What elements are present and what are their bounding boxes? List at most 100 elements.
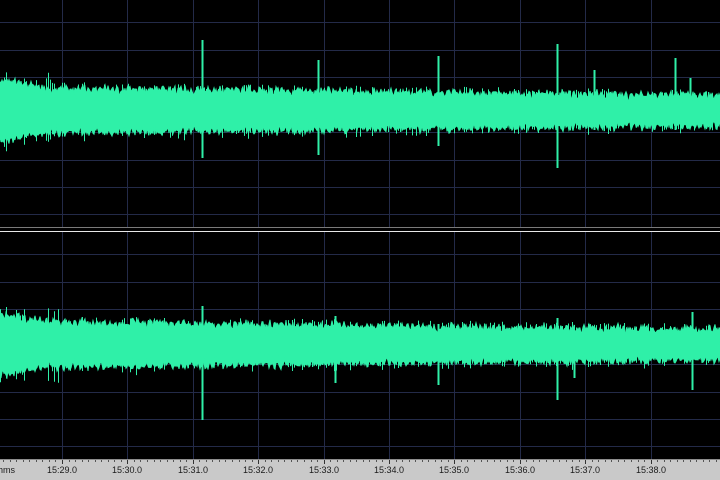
- ruler-major-tick: [62, 460, 63, 464]
- ruler-minor-tick: [566, 460, 567, 462]
- ruler-minor-tick: [618, 460, 619, 462]
- ruler-minor-tick: [592, 460, 593, 462]
- ruler-minor-tick: [252, 460, 253, 462]
- ruler-major-tick: [585, 460, 586, 464]
- ruler-minor-tick: [507, 460, 508, 462]
- ruler-minor-tick: [369, 460, 370, 462]
- ruler-minor-tick: [199, 460, 200, 462]
- ruler-minor-tick: [487, 460, 488, 462]
- ruler-minor-tick: [363, 460, 364, 462]
- right-channel-plot: [0, 232, 720, 459]
- ruler-minor-tick: [10, 460, 11, 462]
- ruler-time-label: 15:34.0: [373, 465, 405, 475]
- ruler-minor-tick: [88, 460, 89, 462]
- ruler-minor-tick: [546, 460, 547, 462]
- ruler-time-label: 15:35.0: [438, 465, 470, 475]
- ruler-minor-tick: [539, 460, 540, 462]
- ruler-time-label: 15:36.0: [504, 465, 536, 475]
- ruler-minor-tick: [422, 460, 423, 462]
- ruler-minor-tick: [140, 460, 141, 462]
- ruler-minor-tick: [448, 460, 449, 462]
- ruler-minor-tick: [481, 460, 482, 462]
- ruler-minor-tick: [513, 460, 514, 462]
- ruler-minor-tick: [173, 460, 174, 462]
- ruler-minor-tick: [572, 460, 573, 462]
- ruler-minor-tick: [356, 460, 357, 462]
- ruler-minor-tick: [167, 460, 168, 462]
- ruler-major-tick: [651, 460, 652, 464]
- ruler-major-tick: [520, 460, 521, 464]
- ruler-minor-tick: [409, 460, 410, 462]
- ruler-minor-tick: [664, 460, 665, 462]
- ruler-minor-tick: [553, 460, 554, 462]
- left-channel-waveform[interactable]: [0, 0, 720, 227]
- ruler-minor-tick: [284, 460, 285, 462]
- left-channel-plot: [0, 0, 720, 227]
- ruler-minor-tick: [330, 460, 331, 462]
- ruler-major-tick: [127, 460, 128, 464]
- right-channel-waveform[interactable]: [0, 232, 720, 459]
- ruler-minor-tick: [461, 460, 462, 462]
- ruler-minor-tick: [311, 460, 312, 462]
- ruler-minor-tick: [23, 460, 24, 462]
- ruler-minor-tick: [683, 460, 684, 462]
- ruler-minor-tick: [239, 460, 240, 462]
- ruler-minor-tick: [278, 460, 279, 462]
- ruler-minor-tick: [435, 460, 436, 462]
- ruler-major-tick: [389, 460, 390, 464]
- ruler-minor-tick: [114, 460, 115, 462]
- ruler-time-label: 15:31.0: [177, 465, 209, 475]
- ruler-minor-tick: [343, 460, 344, 462]
- ruler-minor-tick: [644, 460, 645, 462]
- ruler-minor-tick: [212, 460, 213, 462]
- ruler-minor-tick: [29, 460, 30, 462]
- ruler-minor-tick: [396, 460, 397, 462]
- ruler-minor-tick: [657, 460, 658, 462]
- ruler-minor-tick: [49, 460, 50, 462]
- ruler-minor-tick: [703, 460, 704, 462]
- ruler-minor-tick: [82, 460, 83, 462]
- ruler-minor-tick: [297, 460, 298, 462]
- ruler-minor-tick: [108, 460, 109, 462]
- time-ruler[interactable]: hms 15:29.0 15:30.0 15:31.0 15:32.0 15:33.0 1…: [0, 459, 720, 480]
- ruler-minor-tick: [75, 460, 76, 462]
- ruler-minor-tick: [3, 460, 4, 462]
- ruler-minor-tick: [304, 460, 305, 462]
- ruler-minor-tick: [467, 460, 468, 462]
- ruler-minor-tick: [317, 460, 318, 462]
- ruler-minor-tick: [16, 460, 17, 462]
- ruler-minor-tick: [134, 460, 135, 462]
- ruler-minor-tick: [206, 460, 207, 462]
- ruler-time-label: 15:29.0: [46, 465, 78, 475]
- ruler-minor-tick: [533, 460, 534, 462]
- ruler-minor-tick: [55, 460, 56, 462]
- ruler-minor-tick: [186, 460, 187, 462]
- ruler-time-label: 15:33.0: [308, 465, 340, 475]
- ruler-minor-tick: [291, 460, 292, 462]
- ruler-minor-tick: [500, 460, 501, 462]
- ruler-minor-tick: [638, 460, 639, 462]
- ruler-minor-tick: [605, 460, 606, 462]
- ruler-minor-tick: [147, 460, 148, 462]
- time-unit-label: hms: [0, 465, 16, 475]
- ruler-major-tick: [193, 460, 194, 464]
- ruler-minor-tick: [624, 460, 625, 462]
- ruler-minor-tick: [474, 460, 475, 462]
- ruler-minor-tick: [415, 460, 416, 462]
- ruler-minor-tick: [337, 460, 338, 462]
- ruler-minor-tick: [611, 460, 612, 462]
- ruler-minor-tick: [559, 460, 560, 462]
- ruler-minor-tick: [402, 460, 403, 462]
- ruler-major-tick: [324, 460, 325, 464]
- ruler-minor-tick: [232, 460, 233, 462]
- ruler-minor-tick: [101, 460, 102, 462]
- ruler-minor-tick: [428, 460, 429, 462]
- ruler-minor-tick: [494, 460, 495, 462]
- ruler-major-tick: [258, 460, 259, 464]
- ruler-minor-tick: [709, 460, 710, 462]
- ruler-minor-tick: [579, 460, 580, 462]
- ruler-minor-tick: [245, 460, 246, 462]
- ruler-minor-tick: [69, 460, 70, 462]
- ruler-time-label: 15:32.0: [242, 465, 274, 475]
- ruler-minor-tick: [716, 460, 717, 462]
